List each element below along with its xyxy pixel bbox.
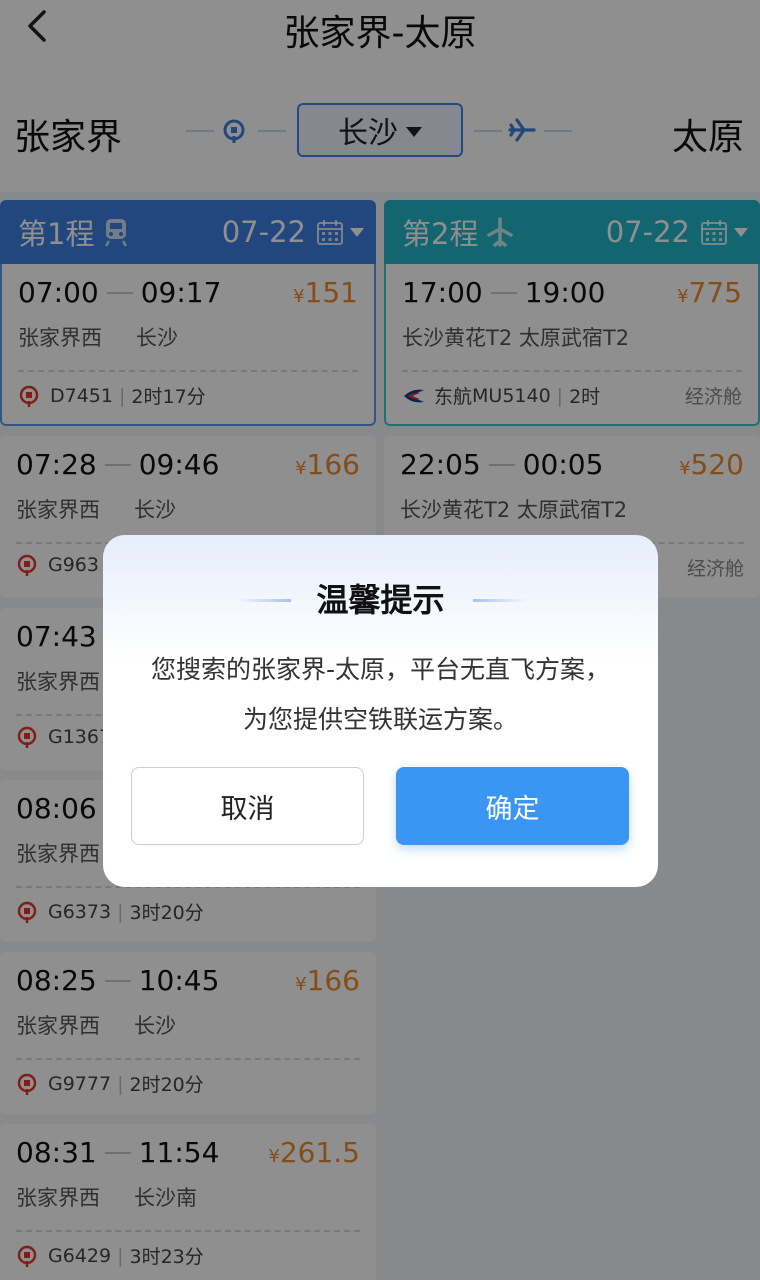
tip-dialog: 温馨提示 您搜索的张家界-太原，平台无直飞方案，为您提供空铁联运方案。 取消 确… <box>103 535 658 887</box>
dialog-title: 温馨提示 <box>316 581 445 619</box>
cancel-button[interactable]: 取消 <box>131 767 364 845</box>
title-decoration-line <box>473 599 527 602</box>
confirm-button[interactable]: 确定 <box>396 767 629 845</box>
dialog-message: 您搜索的张家界-太原，平台无直飞方案，为您提供空铁联运方案。 <box>150 655 611 734</box>
